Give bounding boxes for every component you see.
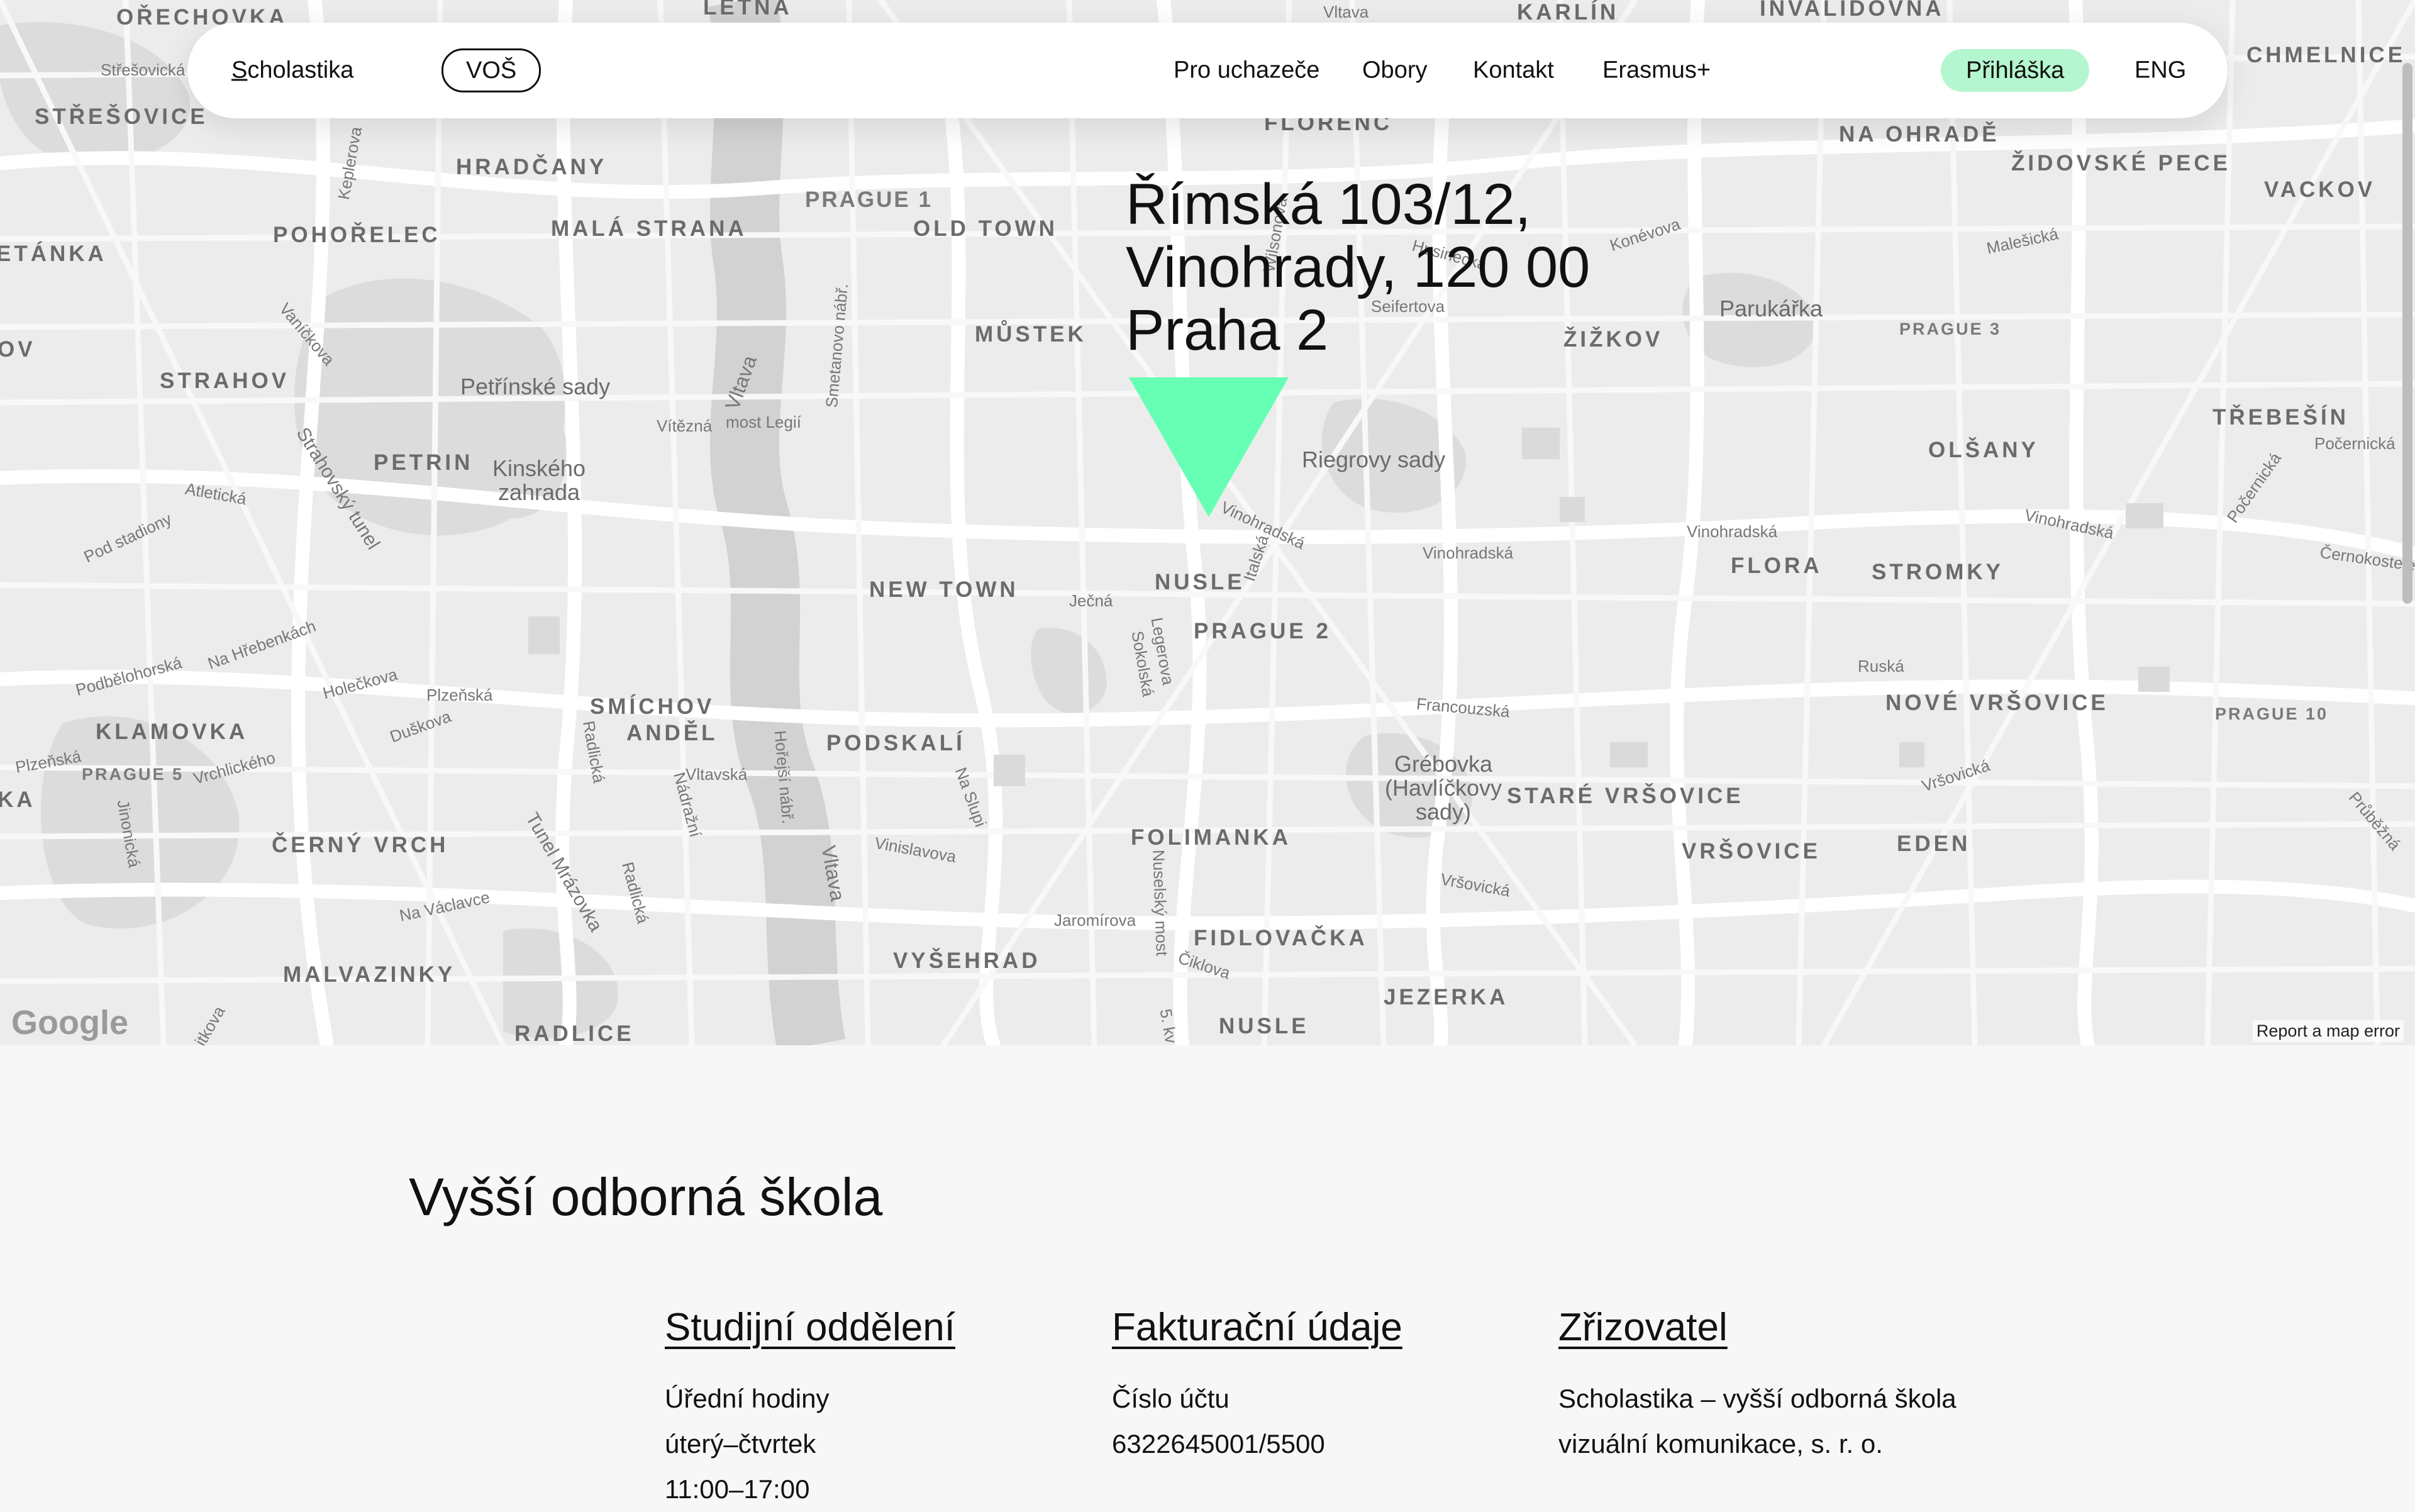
map-district-label: ŽIDOVSKÉ PECE <box>2011 151 2231 175</box>
map-district-label: NUSLE <box>1155 570 1245 594</box>
info-column-founder: Zřizovatel Scholastika – vyšší odborná š… <box>1558 1305 2062 1467</box>
map-district-label: NEW TOWN <box>869 577 1019 602</box>
map-district-label: FIDLOVAČKA <box>1194 926 1368 950</box>
info-column-billing: Fakturační údaje Číslo účtu 6322645001/5… <box>1112 1305 1552 1467</box>
map-district-label: VYŠEHRAD <box>893 948 1041 973</box>
address-line-district: Vinohrady, 120 00 <box>1126 235 1591 299</box>
map-street-label: Jaromírova <box>1054 911 1136 930</box>
column-heading-link[interactable]: Studijní oddělení <box>665 1305 1105 1350</box>
map-district-label: SMÍCHOV <box>590 694 715 719</box>
map-district-label: PODSKALÍ <box>826 731 965 755</box>
column-text-line: Číslo účtu <box>1112 1384 1230 1413</box>
map-street-label: Ječná <box>1069 591 1113 610</box>
map-district-label: HRADČANY <box>456 155 608 179</box>
map-district-label: KARLÍN <box>1517 0 1619 25</box>
map-district-label: FOLIMANKA <box>1131 825 1291 850</box>
map-district-label: EDEN <box>1897 831 1971 856</box>
map-street-label: Ruská <box>1858 657 1904 675</box>
map-district-label: MALVAZINKY <box>283 962 456 987</box>
map-street-label: Plzeňská <box>426 686 493 704</box>
map-street-label: Vltava <box>1323 3 1369 21</box>
map-prague-label: PRAGUE 3 <box>1899 320 2002 338</box>
map-district-label: MALÁ STRANA <box>551 216 747 241</box>
apply-button[interactable]: Přihláška <box>1941 49 2090 92</box>
map-street-label: Vinohradská <box>1687 522 1778 541</box>
map-district-label: NUSLE <box>1219 1014 1309 1038</box>
column-heading-link[interactable]: Zřizovatel <box>1558 1305 2062 1350</box>
column-text-line: úterý–čtvrtek <box>665 1429 816 1459</box>
map[interactable]: OŘECHOVKA LETNÁ KARLÍN INVALIDOVNA CHMEL… <box>0 0 2415 1045</box>
map-district-label: STRAHOV <box>160 369 290 393</box>
map-district-label: CHMELNICE <box>2246 43 2406 67</box>
map-street-label: most Legií <box>726 413 801 431</box>
address-line-city: Praha 2 <box>1126 298 1329 362</box>
navbar: Scholastika VOŠ Pro uchazeče Obory Konta… <box>187 23 2228 118</box>
address-line-street: Římská 103/12, <box>1126 172 1531 236</box>
map-district-label: RADLICE <box>514 1021 635 1045</box>
map-pin-icon[interactable] <box>1129 377 1289 517</box>
map-district-label: ETÁNKA <box>0 242 107 266</box>
map-district-label: JEZERKA <box>1384 985 1509 1009</box>
map-street-label: Počernická <box>2314 434 2396 453</box>
map-district-label: NOVÉ VRŠOVICE <box>1885 691 2109 715</box>
column-text-line: 6322645001/5500 <box>1112 1429 1325 1459</box>
map-district-label: VACKOV <box>2264 177 2376 202</box>
map-street-label: Vltavská <box>686 765 748 784</box>
map-district-label: MŮSTEK <box>975 322 1087 347</box>
map-district-label: STROMKY <box>1872 560 2004 584</box>
info-column-study-office: Studijní oddělení Úřední hodiny úterý–čt… <box>665 1305 1105 1512</box>
map-park-label: Kinského zahrada <box>492 455 586 505</box>
map-street-label: Nuselský most <box>1149 849 1172 957</box>
map-park-label: Grébovka (Havlíčkovy sady) <box>1384 751 1502 825</box>
map-district-label: OLŠANY <box>1928 438 2039 462</box>
language-switch[interactable]: ENG <box>2135 57 2186 84</box>
map-district-label: OLD TOWN <box>913 216 1058 241</box>
report-map-error-link[interactable]: Report a map error <box>2252 1020 2404 1042</box>
map-district-label: OV <box>0 337 36 362</box>
map-district-label: PETRIN <box>374 450 474 475</box>
brand-link[interactable]: Scholastika <box>231 57 353 84</box>
map-district-label: INVALIDOVNA <box>1760 0 1945 21</box>
map-district-label: FLORA <box>1731 553 1823 578</box>
map-district-label: NA OHRADĚ <box>1839 122 2000 147</box>
google-logo: Google <box>11 1004 128 1042</box>
map-prague-label: PRAGUE 1 <box>805 187 933 212</box>
column-text-line: vizuální komunikace, s. r. o. <box>1558 1429 1883 1459</box>
map-district-label: VRŠOVICE <box>1682 839 1821 864</box>
nav-link-erasmus[interactable]: Erasmus+ <box>1602 57 1711 84</box>
map-park-label: Parukářka <box>1719 296 1823 321</box>
map-district-label: ČERNÝ VRCH <box>272 833 449 857</box>
nav-link-kontakt[interactable]: Kontakt <box>1473 57 1554 84</box>
map-district-label: ANDĚL <box>626 721 718 745</box>
map-district-label: TŘEBEŠÍN <box>2212 405 2349 430</box>
map-district-label: KA <box>0 787 36 812</box>
map-park-label: Petřínské sady <box>460 374 611 399</box>
address-block: Římská 103/12, Vinohrady, 120 00 Praha 2 <box>1126 173 1590 362</box>
column-text-line: Úřední hodiny <box>665 1384 830 1413</box>
scrollbar-thumb[interactable] <box>2402 63 2412 604</box>
map-district-label: STARÉ VRŠOVICE <box>1507 784 1744 808</box>
map-district-label: POHOŘELEC <box>273 223 441 247</box>
map-district-label: KLAMOVKA <box>96 720 248 744</box>
map-prague-label: PRAGUE 5 <box>82 765 184 784</box>
vos-badge-button[interactable]: VOŠ <box>441 48 541 92</box>
map-prague-label: PRAGUE 10 <box>2215 704 2329 723</box>
nav-link-obory[interactable]: Obory <box>1362 57 1427 84</box>
nav-link-pro-uchazece[interactable]: Pro uchazeče <box>1174 57 1319 84</box>
map-street-label: Vinohradská <box>1423 543 1514 562</box>
map-district-label: STŘEŠOVICE <box>35 104 208 129</box>
column-text-line: Scholastika – vyšší odborná škola <box>1558 1384 1957 1413</box>
map-park-label: Riegrovy sady <box>1302 447 1446 472</box>
column-text-line: 11:00–17:00 <box>665 1474 810 1504</box>
map-district-label: PRAGUE 2 <box>1194 619 1331 643</box>
map-street-label: Střešovická <box>101 60 186 79</box>
section-title: Vyšší odborná škola <box>409 1167 883 1226</box>
column-heading-link[interactable]: Fakturační údaje <box>1112 1305 1552 1350</box>
map-street-label: Vítězná <box>657 416 713 435</box>
map-district-label: LETNÁ <box>703 0 792 19</box>
